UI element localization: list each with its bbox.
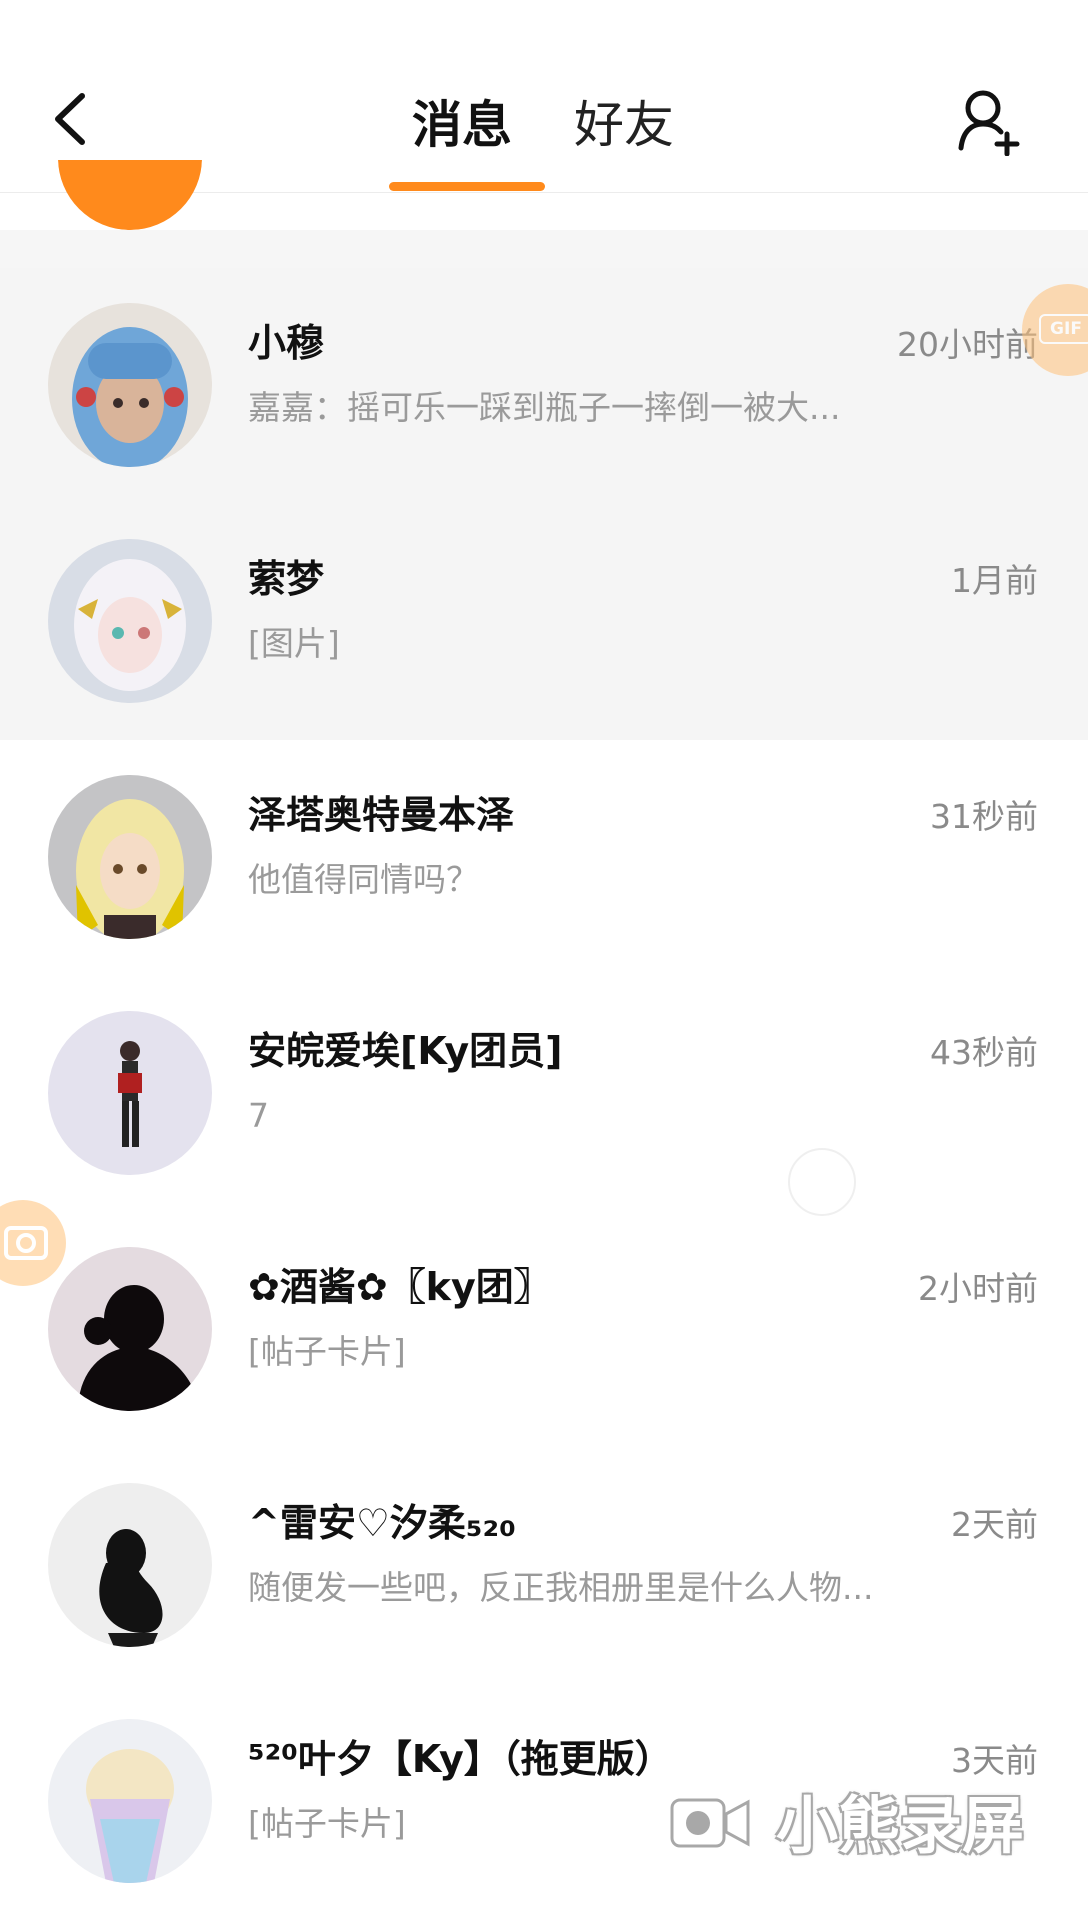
message-time: 1月前 [951, 561, 1038, 600]
tab-messages[interactable]: 消息 [412, 90, 512, 160]
active-tab-indicator [389, 182, 545, 191]
message-preview: 随便发一些吧，反正我相册里是什么人物... [248, 1568, 874, 1607]
conversation-row[interactable]: ^雷安♡汐柔₅₂₀ 2天前 随便发一些吧，反正我相册里是什么人物... [0, 1448, 1088, 1684]
assistive-touch-button[interactable] [788, 1148, 856, 1216]
message-preview: [帖子卡片] [248, 1332, 406, 1371]
conversation-row[interactable]: ✿酒酱✿〖ky团〗 2小时前 [帖子卡片] [0, 1212, 1088, 1448]
message-time: 2小时前 [918, 1269, 1038, 1308]
message-time: 2天前 [951, 1505, 1038, 1544]
conversation-row[interactable]: 萦梦 1月前 [图片] [0, 504, 1088, 740]
camera-floating-button[interactable] [0, 1200, 66, 1286]
avatar [48, 1011, 212, 1175]
conversation-row[interactable]: 小穆 20小时前 嘉嘉：摇可乐一踩到瓶子一摔倒一被大... [0, 268, 1088, 504]
camera-icon [4, 1226, 48, 1260]
contact-name: 小穆 [248, 321, 325, 365]
contact-name: ⁵²⁰叶夕【Ky】（拖更版） [248, 1737, 673, 1781]
message-preview: 他值得同情吗？ [248, 860, 479, 899]
message-preview: [帖子卡片] [248, 1804, 406, 1843]
gif-icon: GIF [1039, 314, 1088, 344]
contact-name: 安皖爱埃[Ky团员] [248, 1029, 563, 1073]
avatar [48, 303, 212, 467]
watermark-text: 小熊录屏 [776, 1789, 1025, 1862]
contact-name: ^雷安♡汐柔₅₂₀ [248, 1501, 516, 1545]
avatar [48, 1247, 212, 1411]
contact-name: 萦梦 [248, 557, 325, 601]
tab-friends[interactable]: 好友 [574, 90, 674, 160]
avatar [48, 775, 212, 939]
avatar [48, 1719, 212, 1883]
add-user-icon [958, 90, 1020, 157]
contact-name: ✿酒酱✿〖ky团〗 [248, 1265, 552, 1309]
conversation-row[interactable]: 泽塔奥特曼本泽 31秒前 他值得同情吗？ [0, 740, 1088, 976]
partial-avatar [58, 160, 202, 230]
message-preview: 7 [248, 1096, 269, 1135]
conversation-row[interactable]: 安皖爱埃[Ky团员] 43秒前 7 [0, 976, 1088, 1212]
message-time: 3天前 [951, 1741, 1038, 1780]
message-preview: [图片] [248, 624, 340, 663]
avatar [48, 539, 212, 703]
message-preview: 嘉嘉：摇可乐一踩到瓶子一摔倒一被大... [248, 388, 841, 427]
partial-avatar-circle [58, 160, 202, 230]
message-time: 20小时前 [897, 325, 1038, 364]
screen-recorder-watermark: 小熊录屏 [668, 1786, 1048, 1866]
add-friend-button[interactable] [955, 86, 1025, 157]
message-time: 43秒前 [930, 1033, 1038, 1072]
video-camera-icon [670, 1798, 750, 1848]
contact-name: 泽塔奥特曼本泽 [248, 793, 515, 837]
message-time: 31秒前 [930, 797, 1038, 836]
list-divider [0, 230, 1088, 268]
avatar [48, 1483, 212, 1647]
